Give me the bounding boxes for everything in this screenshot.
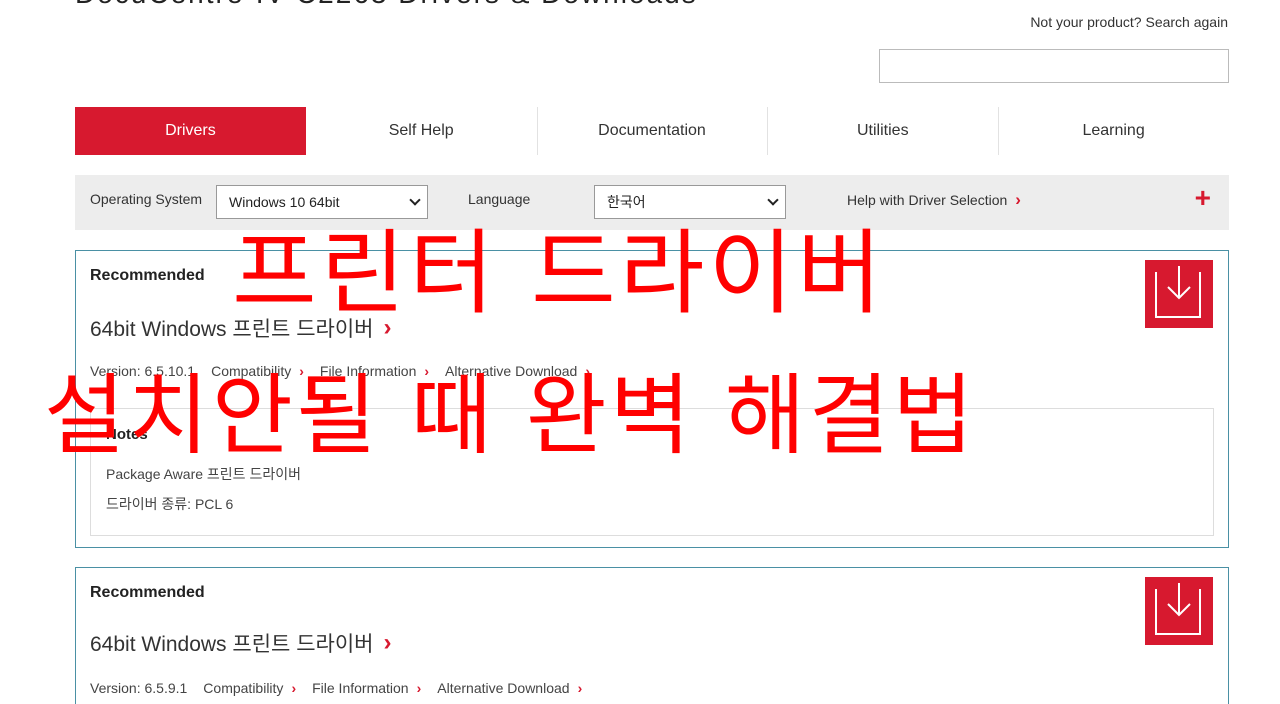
- download-button[interactable]: [1145, 577, 1213, 645]
- overlay-headline-line-1: 프린터 드라이버: [232, 220, 886, 327]
- os-label: Operating System: [90, 191, 203, 207]
- os-select[interactable]: Windows 10 64bit: [216, 185, 428, 219]
- chevron-right-icon: ›: [383, 629, 392, 656]
- alternative-download-link[interactable]: Alternative Download ›: [437, 680, 582, 696]
- help-driver-selection-label: Help with Driver Selection: [847, 191, 1008, 208]
- download-arrow-icon: [1167, 266, 1191, 300]
- driver-title: 64bit Windows 프린트 드라이버: [90, 633, 374, 656]
- page-title: DocuCentre-IV C2263 Drivers & Downloads: [75, 0, 698, 10]
- tab-utilities[interactable]: Utilities: [767, 107, 998, 155]
- chevron-right-icon: ›: [291, 680, 297, 696]
- chevron-right-icon: ›: [416, 680, 422, 696]
- driver-version: Version: 6.5.9.1: [90, 680, 188, 696]
- overlay-headline-line-2: 설치안될 때 완벽 해결법: [44, 364, 977, 467]
- os-select-value: Windows 10 64bit: [229, 194, 340, 210]
- recommended-badge: Recommended: [90, 267, 205, 284]
- download-button[interactable]: [1145, 260, 1213, 328]
- product-search-input[interactable]: [879, 49, 1229, 83]
- plus-icon[interactable]: +: [1195, 184, 1211, 212]
- chevron-right-icon: ›: [1015, 190, 1021, 209]
- tab-documentation[interactable]: Documentation: [536, 107, 768, 155]
- main-tabs: Drivers Self Help Documentation Utilitie…: [75, 107, 1229, 155]
- chevron-down-icon: [767, 194, 779, 206]
- language-select-value: 한국어: [607, 194, 646, 210]
- driver-title-link[interactable]: 64bit Windows 프린트 드라이버 ›: [90, 628, 391, 658]
- driver-card: Recommended 64bit Windows 프린트 드라이버 › Ver…: [75, 567, 1229, 704]
- search-again-link[interactable]: Not your product? Search again: [1030, 14, 1228, 30]
- note-line: Package Aware 프린트 드라이버: [106, 466, 301, 482]
- note-line: 드라이버 종류: PCL 6: [106, 496, 234, 512]
- file-information-link[interactable]: File Information ›: [312, 680, 421, 696]
- language-select[interactable]: 한국어: [594, 185, 786, 219]
- download-arrow-icon: [1167, 583, 1191, 617]
- help-driver-selection-link[interactable]: Help with Driver Selection ›: [847, 191, 1021, 208]
- tab-drivers[interactable]: Drivers: [75, 107, 306, 155]
- driver-meta: Version: 6.5.9.1 Compatibility › File Inf…: [90, 680, 598, 696]
- compatibility-link[interactable]: Compatibility ›: [203, 680, 296, 696]
- tab-self-help[interactable]: Self Help: [306, 107, 537, 155]
- chevron-down-icon: [409, 194, 421, 206]
- language-label: Language: [468, 191, 531, 207]
- chevron-right-icon: ›: [577, 680, 583, 696]
- recommended-badge: Recommended: [90, 584, 205, 601]
- tab-learning[interactable]: Learning: [998, 107, 1229, 155]
